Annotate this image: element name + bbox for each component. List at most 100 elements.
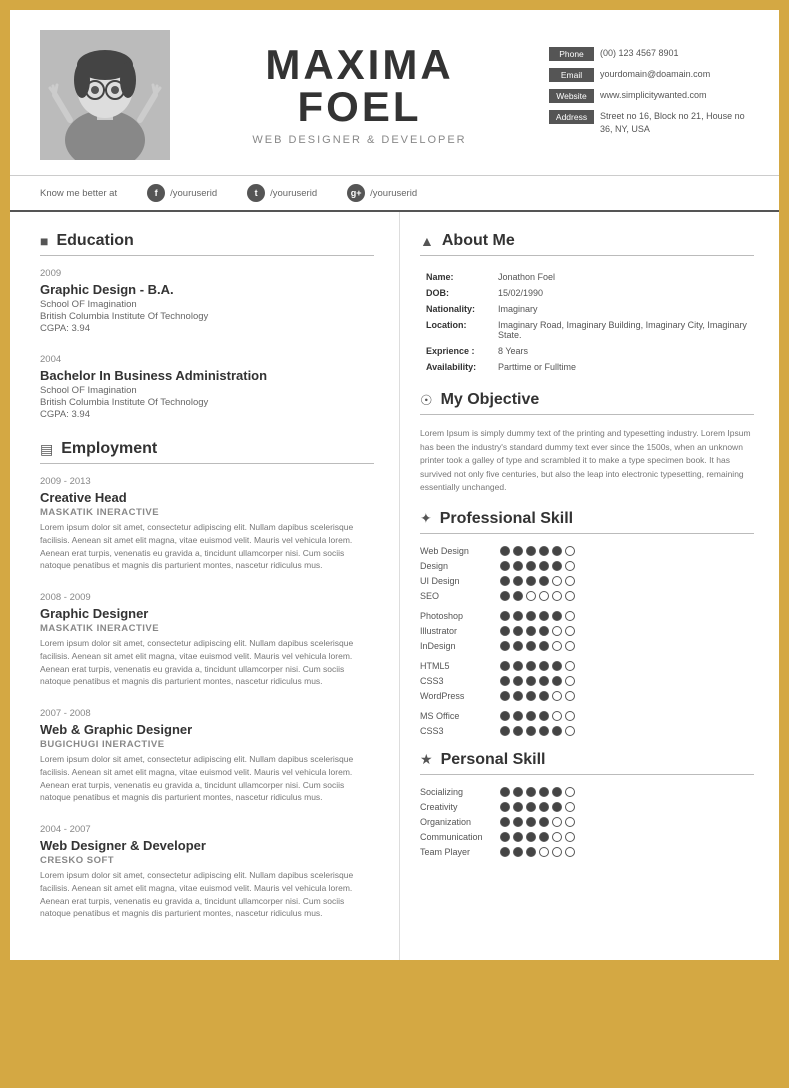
- personal-skill-name-2: Organization: [420, 817, 500, 827]
- dot-5: [565, 711, 575, 721]
- dot-5: [565, 611, 575, 621]
- dot-1: [513, 591, 523, 601]
- email-label: Email: [549, 68, 594, 82]
- employment-header: ▤ Employment: [40, 440, 374, 464]
- education-title: Education: [56, 232, 133, 250]
- personal-skill-dots-0: [500, 787, 575, 797]
- about-name-label: Name:: [422, 270, 492, 284]
- emp-item-1: 2009 - 2013 Creative Head MASKATIK INERA…: [40, 476, 374, 572]
- dot-1: [513, 676, 523, 686]
- dot-1: [513, 546, 523, 556]
- edu-item-2: 2004 Bachelor In Business Administration…: [40, 354, 374, 420]
- dot-3: [539, 576, 549, 586]
- website-value: www.simplicitywanted.com: [600, 89, 707, 102]
- resume-container: MAXIMA FOEL WEB DESIGNER & DEVELOPER Pho…: [10, 10, 779, 960]
- dot-3: [539, 626, 549, 636]
- dot-3: [539, 711, 549, 721]
- professional-skills: Web DesignDesignUI DesignSEOPhotoshopIll…: [420, 546, 754, 736]
- pers-dot-3: [539, 787, 549, 797]
- email-row: Email yourdomain@doamain.com: [549, 68, 749, 82]
- pers-dot-0: [500, 817, 510, 827]
- know-me-text: Know me better at: [40, 188, 117, 199]
- prof-skill-row-2-2: WordPress: [420, 691, 754, 701]
- dot-5: [565, 676, 575, 686]
- dot-4: [552, 626, 562, 636]
- emp-year-2: 2008 - 2009: [40, 592, 374, 603]
- pers-dot-1: [513, 847, 523, 857]
- pers-dot-4: [552, 787, 562, 797]
- prof-skill-name-2-1: CSS3: [420, 676, 500, 686]
- dot-1: [513, 626, 523, 636]
- employment-title: Employment: [61, 440, 157, 458]
- edu-school-1: School OF Imagination: [40, 299, 374, 310]
- pers-dot-2: [526, 832, 536, 842]
- dot-3: [539, 546, 549, 556]
- dot-3: [539, 611, 549, 621]
- dot-2: [526, 591, 536, 601]
- prof-skill-row-1-1: Illustrator: [420, 626, 754, 636]
- prof-skill-row-2-1: CSS3: [420, 676, 754, 686]
- emp-year-4: 2004 - 2007: [40, 824, 374, 835]
- edu-uni-2: British Columbia Institute Of Technology: [40, 397, 374, 408]
- personal-skill-row-3: Communication: [420, 832, 754, 842]
- dot-2: [526, 661, 536, 671]
- employment-icon: ▤: [40, 441, 53, 458]
- prof-skill-dots-3-1: [500, 726, 575, 736]
- prof-skill-dots-0-3: [500, 591, 575, 601]
- pers-dot-2: [526, 802, 536, 812]
- objective-title: My Objective: [441, 391, 540, 409]
- dot-5: [565, 546, 575, 556]
- dot-3: [539, 691, 549, 701]
- gplus-item: g+ /youruserid: [347, 184, 417, 202]
- dot-1: [513, 691, 523, 701]
- dot-5: [565, 626, 575, 636]
- personal-skill-icon: ★: [420, 751, 433, 768]
- dot-5: [565, 661, 575, 671]
- prof-skill-row-3-1: CSS3: [420, 726, 754, 736]
- prof-skill-row-0-2: UI Design: [420, 576, 754, 586]
- dot-2: [526, 611, 536, 621]
- dot-2: [526, 576, 536, 586]
- about-dob-label: DOB:: [422, 286, 492, 300]
- gplus-handle: /youruserid: [370, 188, 417, 199]
- website-label: Website: [549, 89, 594, 103]
- prof-skill-name-1-1: Illustrator: [420, 626, 500, 636]
- personal-skill-title: Personal Skill: [441, 751, 546, 769]
- prof-skill-row-3-0: MS Office: [420, 711, 754, 721]
- education-icon: ■: [40, 233, 48, 249]
- dot-3: [539, 676, 549, 686]
- first-name: MAXIMA: [190, 44, 529, 86]
- about-dob-row: DOB: 15/02/1990: [422, 286, 752, 300]
- dot-4: [552, 661, 562, 671]
- pers-dot-1: [513, 787, 523, 797]
- emp-company-3: BUGICHUGI INERACTIVE: [40, 739, 374, 750]
- facebook-icon: f: [147, 184, 165, 202]
- dot-0: [500, 591, 510, 601]
- personal-skills: SocializingCreativityOrganizationCommuni…: [420, 787, 754, 857]
- dot-0: [500, 611, 510, 621]
- gplus-icon: g+: [347, 184, 365, 202]
- emp-text-4: Lorem ipsum dolor sit amet, consectetur …: [40, 869, 374, 920]
- prof-skill-dots-2-0: [500, 661, 575, 671]
- dot-5: [565, 726, 575, 736]
- prof-skill-name-0-2: UI Design: [420, 576, 500, 586]
- pers-dot-0: [500, 847, 510, 857]
- dot-1: [513, 661, 523, 671]
- prof-skill-dots-3-0: [500, 711, 575, 721]
- emp-title-2: Graphic Designer: [40, 606, 374, 621]
- prof-skill-dots-2-2: [500, 691, 575, 701]
- dot-1: [513, 576, 523, 586]
- emp-title-1: Creative Head: [40, 490, 374, 505]
- pers-dot-3: [539, 817, 549, 827]
- phone-value: (00) 123 4567 8901: [600, 47, 679, 60]
- job-title: WEB DESIGNER & DEVELOPER: [190, 134, 529, 146]
- dot-0: [500, 561, 510, 571]
- pers-dot-4: [552, 817, 562, 827]
- pers-dot-4: [552, 847, 562, 857]
- dot-0: [500, 726, 510, 736]
- dot-2: [526, 641, 536, 651]
- prof-skill-name-3-1: CSS3: [420, 726, 500, 736]
- emp-item-4: 2004 - 2007 Web Designer & Developer CRE…: [40, 824, 374, 920]
- dot-4: [552, 676, 562, 686]
- right-column: ▲ About Me Name: Jonathon Foel DOB: 15/0…: [400, 212, 779, 960]
